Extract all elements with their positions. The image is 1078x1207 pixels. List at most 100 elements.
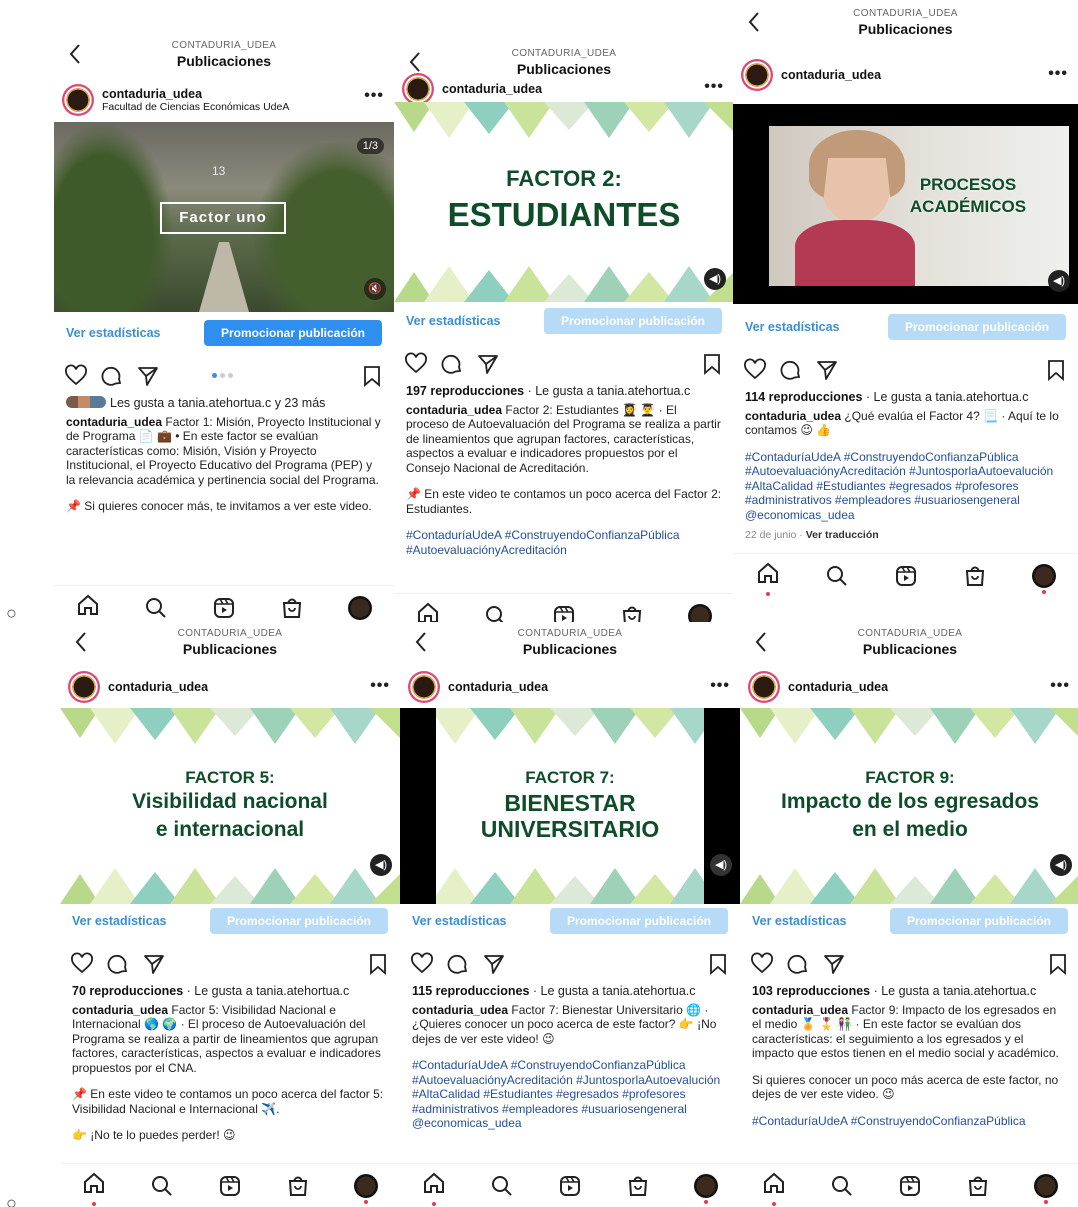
views-count[interactable]: 70 reproducciones xyxy=(72,984,183,998)
comment-icon[interactable] xyxy=(100,364,124,388)
views-count[interactable]: 114 reproducciones xyxy=(745,390,862,404)
post-media-photo[interactable]: 13 Factor uno 1/3 🔇 xyxy=(54,122,394,312)
shop-icon[interactable] xyxy=(966,1174,990,1198)
caption-username[interactable]: contaduria_udea xyxy=(752,1003,848,1017)
heart-icon[interactable] xyxy=(743,358,767,382)
send-icon[interactable] xyxy=(482,952,506,976)
caption-hashtags[interactable]: #ContaduríaUdeA #ConstruyendoConfianzaPú… xyxy=(412,1058,728,1131)
bookmark-icon[interactable] xyxy=(360,364,384,388)
author-username[interactable]: contaduria_udea xyxy=(448,680,548,694)
profile-avatar-icon[interactable] xyxy=(348,595,372,626)
comment-icon[interactable] xyxy=(786,952,810,976)
avatar[interactable] xyxy=(68,671,100,703)
likes-by[interactable]: · Le gusta a tania.atehortua.c xyxy=(870,984,1037,998)
volume-icon[interactable]: ◀) xyxy=(710,854,732,876)
shop-icon[interactable] xyxy=(286,1174,310,1198)
reels-icon[interactable] xyxy=(894,564,918,588)
avatar[interactable] xyxy=(741,59,773,91)
view-insights-link[interactable]: Ver estadísticas xyxy=(412,914,507,928)
home-icon[interactable] xyxy=(82,1171,106,1195)
back-chevron-icon[interactable] xyxy=(404,48,428,76)
author-username[interactable]: contaduria_udea xyxy=(108,680,208,694)
comment-icon[interactable] xyxy=(446,952,470,976)
search-icon[interactable] xyxy=(825,564,849,588)
view-insights-link[interactable]: Ver estadísticas xyxy=(752,914,847,928)
likes-by[interactable]: · Le gusta a tania.atehortua.c xyxy=(524,384,691,398)
profile-avatar-icon[interactable] xyxy=(694,1173,718,1204)
promote-button[interactable]: Promocionar publicación xyxy=(204,320,382,346)
view-insights-link[interactable]: Ver estadísticas xyxy=(745,320,840,334)
view-insights-link[interactable]: Ver estadísticas xyxy=(406,314,501,328)
heart-icon[interactable] xyxy=(750,952,774,976)
reels-icon[interactable] xyxy=(218,1174,242,1198)
volume-icon[interactable]: ◀) xyxy=(704,268,726,290)
view-insights-link[interactable]: Ver estadísticas xyxy=(72,914,167,928)
likes-by[interactable]: · Le gusta a tania.atehortua.c xyxy=(183,984,350,998)
bookmark-icon[interactable] xyxy=(1044,358,1068,382)
volume-icon[interactable]: ◀) xyxy=(1048,270,1070,292)
back-chevron-icon[interactable] xyxy=(70,628,94,656)
send-icon[interactable] xyxy=(822,952,846,976)
profile-avatar-icon[interactable] xyxy=(1034,1173,1058,1204)
author-username[interactable]: contaduria_udea xyxy=(102,87,289,101)
heart-icon[interactable] xyxy=(70,952,94,976)
comment-icon[interactable] xyxy=(779,358,803,382)
bookmark-icon[interactable] xyxy=(706,952,730,976)
caption-hashtags[interactable]: #ContaduríaUdeA #ConstruyendoConfianzaPú… xyxy=(752,1114,1068,1129)
views-count[interactable]: 103 reproducciones xyxy=(752,984,870,998)
avatar[interactable] xyxy=(402,73,434,105)
heart-icon[interactable] xyxy=(404,352,428,376)
volume-icon[interactable]: ◀) xyxy=(1050,854,1072,876)
views-count[interactable]: 115 reproducciones xyxy=(412,984,529,998)
send-icon[interactable] xyxy=(476,352,500,376)
search-icon[interactable] xyxy=(144,596,168,620)
post-media-video[interactable]: FACTOR 9: Impacto de los egresados en el… xyxy=(740,708,1078,904)
shop-icon[interactable] xyxy=(963,564,987,588)
home-icon[interactable] xyxy=(76,593,100,617)
search-icon[interactable] xyxy=(490,1174,514,1198)
back-chevron-icon[interactable] xyxy=(410,628,434,656)
author-username[interactable]: contaduria_udea xyxy=(442,82,542,96)
avatar[interactable] xyxy=(62,84,94,116)
heart-icon[interactable] xyxy=(410,952,434,976)
promote-button[interactable]: Promocionar publicación xyxy=(550,908,728,934)
more-options-icon[interactable]: ••• xyxy=(1048,65,1068,83)
send-icon[interactable] xyxy=(136,364,160,388)
caption-username[interactable]: contaduria_udea xyxy=(72,1003,168,1017)
send-icon[interactable] xyxy=(142,952,166,976)
author-username[interactable]: contaduria_udea xyxy=(788,680,888,694)
profile-avatar-icon[interactable] xyxy=(354,1173,378,1204)
mute-icon[interactable]: 🔇 xyxy=(364,278,386,300)
volume-icon[interactable]: ◀) xyxy=(370,854,392,876)
comment-icon[interactable] xyxy=(440,352,464,376)
home-icon[interactable] xyxy=(422,1171,446,1195)
likes-by[interactable]: · Le gusta a tania.atehortua.c xyxy=(862,390,1029,404)
avatar[interactable] xyxy=(748,671,780,703)
bookmark-icon[interactable] xyxy=(700,352,724,376)
post-media-video[interactable]: FACTOR 2: ESTUDIANTES ◀) xyxy=(394,102,734,302)
home-icon[interactable] xyxy=(762,1171,786,1195)
view-insights-link[interactable]: Ver estadísticas xyxy=(66,326,161,340)
back-chevron-icon[interactable] xyxy=(743,8,767,36)
more-options-icon[interactable]: ••• xyxy=(1050,677,1070,695)
caption-username[interactable]: contaduria_udea xyxy=(412,1003,508,1017)
promote-button[interactable]: Promocionar publicación xyxy=(890,908,1068,934)
promote-button[interactable]: Promocionar publicación xyxy=(888,314,1066,340)
see-translation-link[interactable]: Ver traducción xyxy=(806,529,879,541)
promote-button[interactable]: Promocionar publicación xyxy=(544,308,722,334)
shop-icon[interactable] xyxy=(280,596,304,620)
search-icon[interactable] xyxy=(150,1174,174,1198)
post-media-video[interactable]: PROCESOS ACADÉMICOS ◀) xyxy=(733,104,1078,304)
caption-username[interactable]: contaduria_udea xyxy=(66,415,162,429)
bookmark-icon[interactable] xyxy=(1046,952,1070,976)
reels-icon[interactable] xyxy=(558,1174,582,1198)
more-options-icon[interactable]: ••• xyxy=(370,677,390,695)
shop-icon[interactable] xyxy=(626,1174,650,1198)
bookmark-icon[interactable] xyxy=(366,952,390,976)
caption-hashtags[interactable]: #ContaduríaUdeA #ConstruyendoConfianzaPú… xyxy=(406,528,722,557)
post-media-video[interactable]: FACTOR 7: BIENESTAR UNIVERSITARIO ◀) xyxy=(400,708,740,904)
search-icon[interactable] xyxy=(830,1174,854,1198)
caption-username[interactable]: contaduria_udea xyxy=(406,403,502,417)
comment-icon[interactable] xyxy=(106,952,130,976)
more-options-icon[interactable]: ••• xyxy=(710,677,730,695)
